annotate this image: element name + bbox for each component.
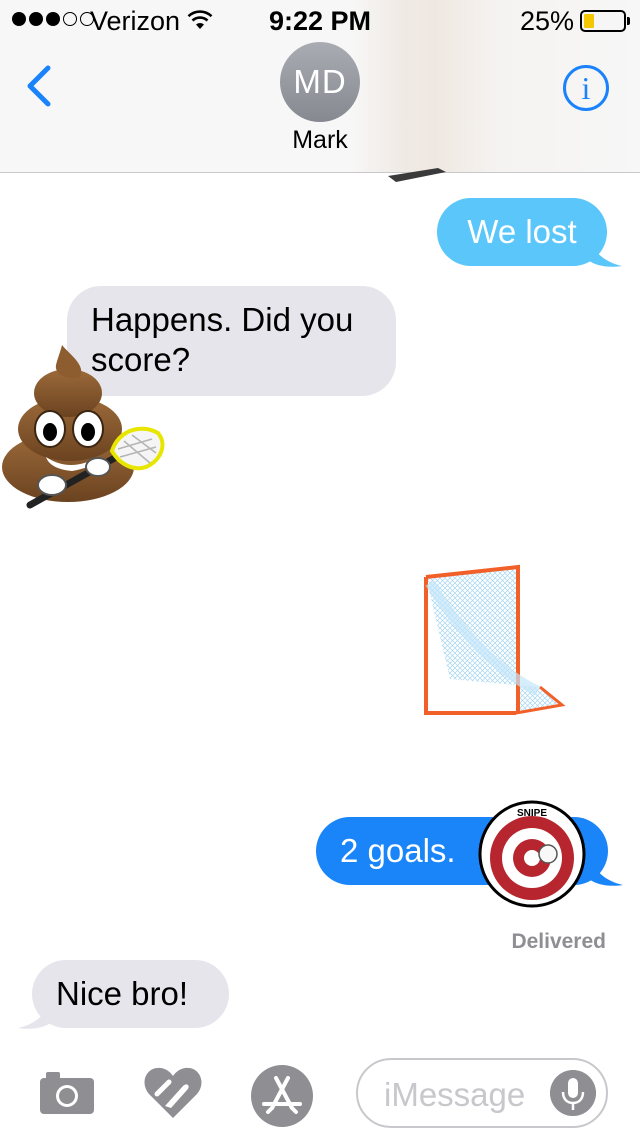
delivery-status: Delivered [511,930,606,953]
conversation-header: Verizon 9:22 PM 25% MD Mark i [0,0,640,173]
poo-lacrosse-sticker[interactable] [0,345,175,510]
sticker-label: SNIPE [517,808,547,819]
battery-percent: 25% [519,6,574,36]
scrolled-sticker-fragment [388,168,446,182]
message-text: Nice bro! [56,975,189,1012]
message-text: We lost [467,213,577,250]
battery-icon [580,10,630,32]
contact-name[interactable]: Mark [0,126,640,155]
info-icon[interactable]: i [563,65,609,111]
back-chevron-icon[interactable] [22,62,62,110]
camera-icon[interactable] [38,1068,96,1116]
bubble-tail [589,857,623,886]
message-bubble-sent[interactable]: We lost [437,198,607,266]
message-input-bar: iMessage [0,1046,640,1136]
lacrosse-goal-sticker[interactable] [420,563,570,733]
input-placeholder: iMessage [384,1076,526,1113]
snipe-target-sticker[interactable]: SNIPE [478,800,586,908]
bubble-tail [18,1000,52,1029]
bubble-tail [588,238,622,267]
message-bubble-received[interactable]: Nice bro! [32,960,229,1028]
digital-touch-icon[interactable] [143,1064,203,1120]
imessage-input[interactable]: iMessage [356,1058,608,1128]
app-store-icon[interactable] [250,1064,314,1128]
message-text: 2 goals. [340,832,456,869]
status-bar: Verizon 9:22 PM 25% [0,0,640,40]
microphone-icon[interactable] [550,1070,596,1116]
avatar[interactable]: MD [280,42,360,122]
